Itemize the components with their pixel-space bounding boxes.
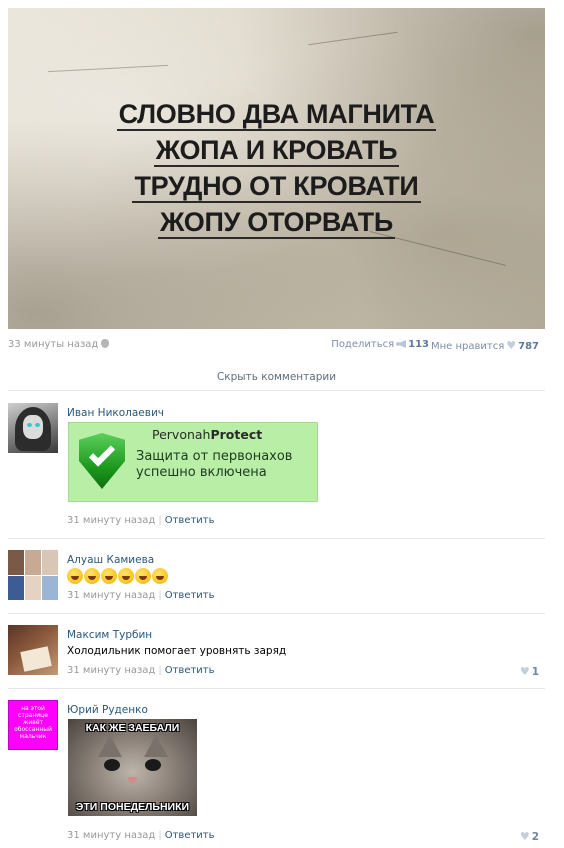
laugh-icon: [135, 568, 151, 584]
meme-caption-top: КАК ЖЕ ЗАЕБАЛИ: [85, 722, 180, 734]
share-label: Поделиться: [331, 339, 395, 350]
comment-like-button[interactable]: ♥ 1: [518, 665, 539, 678]
apple-icon: [101, 339, 110, 348]
like-label: Мне нравится: [431, 341, 505, 352]
reply-link[interactable]: Ответить: [165, 515, 215, 526]
poem-line: ЖОПА И КРОВАТЬ: [153, 135, 400, 167]
comment-like-count: 2: [531, 831, 539, 843]
comment-author[interactable]: Максим Турбин: [67, 629, 152, 641]
protect-banner[interactable]: PervonahProtect Защита от первонахов усп…: [68, 422, 318, 502]
comment: Максим Турбин Холодильник помогает уровн…: [8, 625, 545, 689]
cat-eye: [104, 759, 120, 771]
comment-like-count: 1: [531, 666, 539, 678]
poem-line: СЛОВНО ДВА МАГНИТА: [116, 99, 437, 131]
cat-ear: [144, 735, 168, 757]
cat-ear: [98, 735, 122, 757]
comment-time[interactable]: 31 минуту назад: [67, 590, 155, 601]
heart-icon: ♥: [506, 339, 517, 352]
banner-message: Защита от первонахов успешно включена: [136, 449, 293, 480]
comment: на этой странице живёт обоссанный мальчи…: [8, 700, 545, 848]
heart-icon: ♥: [519, 665, 530, 678]
skull-face: [23, 415, 43, 439]
share-button[interactable]: Поделиться 113: [331, 339, 429, 350]
emoji-row: [67, 568, 169, 584]
avatar-text: на этой странице живёт обоссанный мальчи…: [14, 705, 52, 740]
cat-nose: [128, 777, 137, 783]
shield-check-icon: [79, 433, 125, 489]
cat-meme-image[interactable]: КАК ЖЕ ЗАЕБАЛИ ЭТИ ПОНЕДЕЛЬНИКИ: [68, 719, 197, 816]
poem-text: СЛОВНО ДВА МАГНИТА ЖОПА И КРОВАТЬ ТРУДНО…: [8, 96, 545, 240]
cat-eye: [145, 759, 161, 771]
comment-like-button[interactable]: ♥ 2: [518, 830, 539, 843]
eye-shape: [35, 423, 40, 427]
avatar[interactable]: на этой странице живёт обоссанный мальчи…: [8, 700, 58, 750]
comment-author[interactable]: Юрий Руденко: [67, 704, 148, 716]
heart-icon: ♥: [519, 830, 530, 843]
post-meta: 33 минуты назад Поделиться 113 Мне нравит…: [8, 339, 545, 353]
avatar[interactable]: [8, 550, 58, 600]
post-time[interactable]: 33 минуты назад: [8, 339, 98, 350]
comment-time[interactable]: 31 минуту назад: [67, 515, 155, 526]
comment-meta: 31 минуту назад | Ответить: [67, 590, 215, 601]
hide-comments-link[interactable]: Скрыть комментарии: [8, 364, 545, 391]
reply-link[interactable]: Ответить: [165, 590, 215, 601]
like-button[interactable]: Мне нравится ♥ 787: [431, 339, 539, 352]
laugh-icon: [101, 568, 117, 584]
eye-shape: [27, 423, 32, 427]
comment-meta: 31 минуту назад | Ответить: [67, 515, 215, 526]
comment: Иван Николаевич PervonahProtect Защита о…: [8, 403, 545, 539]
share-count: 113: [408, 339, 429, 350]
comment-meta: 31 минуту назад | Ответить: [67, 665, 215, 676]
banner-brand: PervonahProtect: [152, 427, 263, 442]
laugh-icon: [67, 568, 83, 584]
comment-author[interactable]: Алуаш Камиева: [67, 554, 154, 566]
comment-time[interactable]: 31 минуту назад: [67, 830, 155, 841]
like-count: 787: [518, 341, 539, 352]
comment-time[interactable]: 31 минуту назад: [67, 665, 155, 676]
post-image[interactable]: СЛОВНО ДВА МАГНИТА ЖОПА И КРОВАТЬ ТРУДНО…: [8, 8, 545, 329]
reply-link[interactable]: Ответить: [165, 665, 215, 676]
comment: Алуаш Камиева 31 минуту назад | Ответить: [8, 550, 545, 614]
megaphone-icon: [396, 340, 407, 348]
avatar[interactable]: [8, 625, 58, 675]
laugh-icon: [152, 568, 168, 584]
avatar[interactable]: [8, 403, 58, 453]
paper-sign: [20, 646, 52, 672]
laugh-icon: [84, 568, 100, 584]
laugh-icon: [118, 568, 134, 584]
meme-caption-bottom: ЭТИ ПОНЕДЕЛЬНИКИ: [75, 801, 190, 813]
poem-line: ЖОПУ ОТОРВАТЬ: [158, 207, 395, 239]
comment-meta: 31 минуту назад | Ответить: [67, 830, 215, 841]
comment-author[interactable]: Иван Николаевич: [67, 407, 164, 419]
comment-text: Холодильник помогает уровнять заряд: [67, 645, 287, 657]
reply-link[interactable]: Ответить: [165, 830, 215, 841]
poem-line: ТРУДНО ОТ КРОВАТИ: [132, 171, 421, 203]
